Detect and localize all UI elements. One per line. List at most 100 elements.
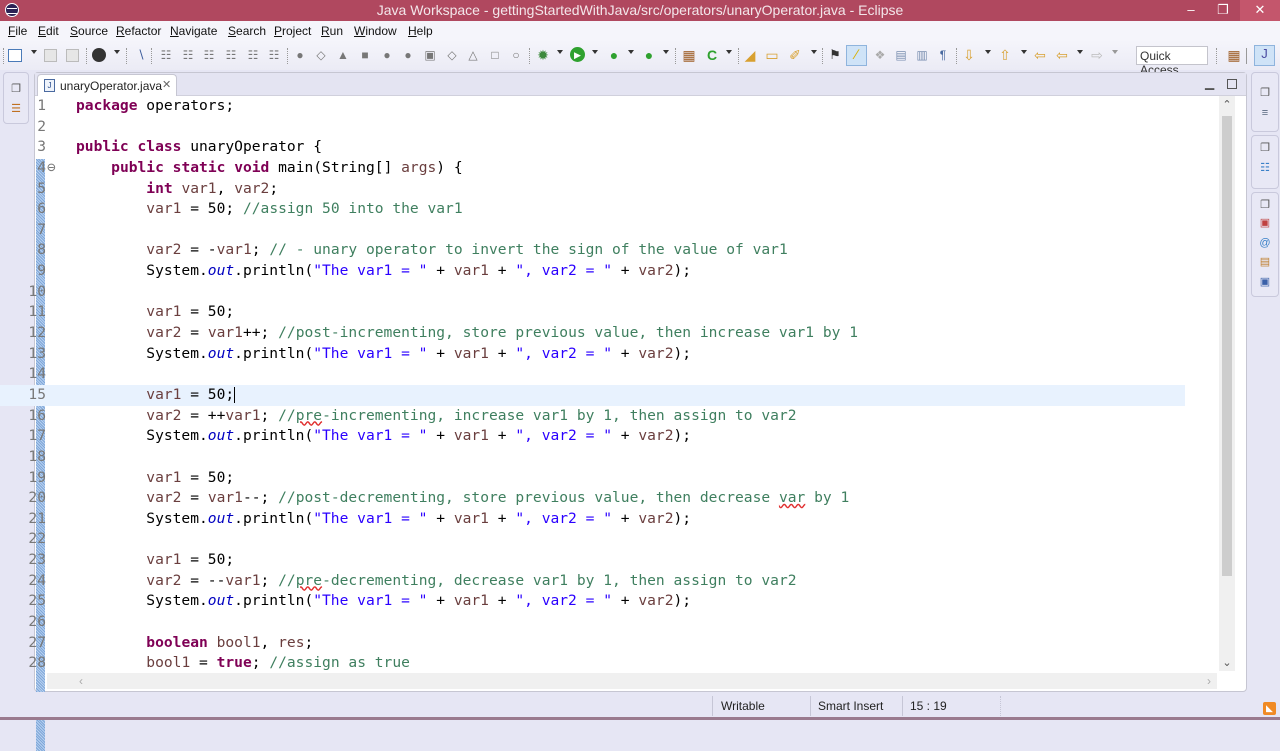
breakpoint-triangle-outline-icon[interactable]: △: [465, 47, 481, 63]
code-line[interactable]: 27 boolean bool1, res;: [0, 633, 1185, 654]
drop-to-frame-icon[interactable]: ☷: [223, 47, 239, 63]
tab-close-icon[interactable]: ✕: [162, 78, 171, 91]
console-icon[interactable]: ▣: [1259, 276, 1271, 288]
code-line[interactable]: 17 System.out.println("The var1 = " + va…: [0, 426, 1185, 447]
menu-edit[interactable]: Edit: [38, 24, 59, 38]
code-line[interactable]: 8 var2 = -var1; // - unary operator to i…: [0, 240, 1185, 261]
quick-access-input[interactable]: Quick Access: [1136, 46, 1208, 77]
breakpoint-s-icon[interactable]: ●: [379, 47, 395, 63]
coverage-icon[interactable]: ●: [606, 47, 622, 63]
next-annotation-icon[interactable]: ⇩: [961, 47, 977, 63]
block-selection-icon[interactable]: ❖: [872, 47, 888, 63]
code-line[interactable]: 24 var2 = --var1; //pre-decrementing, de…: [0, 571, 1185, 592]
code-line[interactable]: 3 public class unaryOperator {: [0, 137, 1185, 158]
previous-annotation-dropdown-icon[interactable]: [1021, 50, 1027, 54]
new-dropdown-icon[interactable]: [31, 50, 37, 54]
menu-navigate[interactable]: Navigate: [170, 24, 217, 38]
code-line[interactable]: 5 int var1, var2;: [0, 179, 1185, 200]
restore-icon[interactable]: ❐: [1259, 199, 1271, 211]
breakpoint-s-outline-icon[interactable]: ○: [508, 47, 524, 63]
menu-help[interactable]: Help: [408, 24, 433, 38]
back-dropdown-icon[interactable]: [1077, 50, 1083, 54]
run-dropdown-icon[interactable]: [592, 50, 598, 54]
menu-run[interactable]: Run: [321, 24, 343, 38]
problems-icon[interactable]: ▣: [1259, 217, 1271, 229]
scrollbar-thumb[interactable]: [1222, 116, 1232, 576]
code-line[interactable]: 14: [0, 364, 1185, 385]
code-line[interactable]: 16 var2 = ++var1; //pre-incrementing, in…: [0, 406, 1185, 427]
new-class-dropdown-icon[interactable]: [726, 50, 732, 54]
task-list-icon[interactable]: ≡: [1259, 107, 1271, 119]
code-line[interactable]: 9 System.out.println("The var1 = " + var…: [0, 261, 1185, 282]
back-icon[interactable]: ⇦: [1054, 47, 1070, 63]
code-line[interactable]: 11 var1 = 50;: [0, 302, 1185, 323]
declaration-icon[interactable]: ▤: [1259, 256, 1271, 268]
code-line[interactable]: 20 var2 = var1--; //post-decrementing, s…: [0, 488, 1185, 509]
minimize-view-icon[interactable]: ▁: [1205, 76, 1214, 90]
forward-icon[interactable]: ⇨: [1089, 47, 1105, 63]
close-button[interactable]: ✕: [1240, 0, 1280, 21]
save-all-icon[interactable]: [66, 49, 79, 62]
save-icon[interactable]: [44, 49, 57, 62]
rss-feed-icon[interactable]: ◣: [1263, 702, 1276, 715]
restore-icon[interactable]: ❐: [1259, 142, 1271, 154]
code-editor[interactable]: 1 package operators; 2 3 public class unaryO…: [0, 96, 1185, 674]
menu-project[interactable]: Project: [274, 24, 311, 38]
code-line[interactable]: 26: [0, 612, 1185, 633]
search-dropdown-icon[interactable]: [811, 50, 817, 54]
restore-icon[interactable]: ❐: [1259, 87, 1271, 99]
menu-file[interactable]: File: [8, 24, 27, 38]
maximize-button[interactable]: ❐: [1208, 0, 1238, 21]
run-icon[interactable]: ▶: [570, 47, 585, 62]
code-line[interactable]: 10: [0, 282, 1185, 303]
new-wizard-icon[interactable]: [8, 49, 22, 62]
skip-breakpoints-icon[interactable]: ∖: [133, 47, 149, 63]
code-line[interactable]: 13 System.out.println("The var1 = " + va…: [0, 344, 1185, 365]
code-line[interactable]: 28 bool1 = true; //assign as true: [0, 653, 1185, 674]
breakpoint-diamond-icon[interactable]: ◇: [313, 47, 329, 63]
breakpoint-circle-icon[interactable]: ●: [292, 47, 308, 63]
next-annotation-dropdown-icon[interactable]: [985, 50, 991, 54]
open-type-icon[interactable]: ◢: [742, 47, 758, 63]
code-line[interactable]: 6 var1 = 50; //assign 50 into the var1: [0, 199, 1185, 220]
toggle-mark-occurrences-icon[interactable]: ⚑: [827, 47, 843, 63]
vertical-scrollbar[interactable]: ⌃ ⌄: [1219, 96, 1235, 671]
code-line[interactable]: 25 System.out.println("The var1 = " + va…: [0, 591, 1185, 612]
code-line[interactable]: 15 var1 = 50;: [0, 384, 1185, 406]
breakpoint-square-icon[interactable]: ■: [357, 47, 373, 63]
debug-dropdown-icon[interactable]: [557, 50, 563, 54]
java-perspective-icon[interactable]: J: [1254, 45, 1275, 66]
menu-search[interactable]: Search: [228, 24, 266, 38]
code-line[interactable]: 1 package operators;: [0, 96, 1185, 117]
code-line[interactable]: 23 var1 = 50;: [0, 550, 1185, 571]
search-icon[interactable]: ✐: [787, 47, 803, 63]
breakpoint-triangle-icon[interactable]: ▲: [335, 47, 351, 63]
scroll-left-icon[interactable]: ‹: [79, 674, 83, 688]
last-edit-location-icon[interactable]: ⇦: [1032, 47, 1048, 63]
code-line[interactable]: 2: [0, 117, 1185, 138]
code-line[interactable]: 21 System.out.println("The var1 = " + va…: [0, 509, 1185, 530]
code-line[interactable]: 18: [0, 447, 1185, 468]
use-step-filters-icon[interactable]: ☷: [245, 47, 261, 63]
new-class-icon[interactable]: C: [704, 47, 720, 63]
new-java-project-icon[interactable]: ▦: [681, 47, 697, 63]
menu-source[interactable]: Source: [70, 24, 108, 38]
javadoc-icon[interactable]: @: [1259, 237, 1271, 249]
breakpoint-ring-icon[interactable]: ▣: [422, 47, 438, 63]
show-whitespace-block-icon[interactable]: ▥: [914, 47, 930, 63]
coverage-dropdown-icon[interactable]: [628, 50, 634, 54]
step-over-icon[interactable]: ☷: [180, 47, 196, 63]
breakpoint-group-icon[interactable]: ●: [400, 47, 416, 63]
step-into-icon[interactable]: ☷: [158, 47, 174, 63]
scroll-up-icon[interactable]: ⌃: [1221, 98, 1233, 111]
profile-dropdown-icon[interactable]: [114, 50, 120, 54]
code-line[interactable]: 22: [0, 529, 1185, 550]
debug-icon[interactable]: ✹: [535, 47, 551, 63]
code-line[interactable]: 7: [0, 220, 1185, 241]
restore-icon[interactable]: ❐: [10, 83, 22, 95]
show-source-icon[interactable]: ▤: [893, 47, 909, 63]
code-line[interactable]: 19 var1 = 50;: [0, 468, 1185, 489]
profile-icon[interactable]: [92, 48, 106, 62]
previous-annotation-icon[interactable]: ⇧: [997, 47, 1013, 63]
external-tools-icon[interactable]: ●: [641, 47, 657, 63]
